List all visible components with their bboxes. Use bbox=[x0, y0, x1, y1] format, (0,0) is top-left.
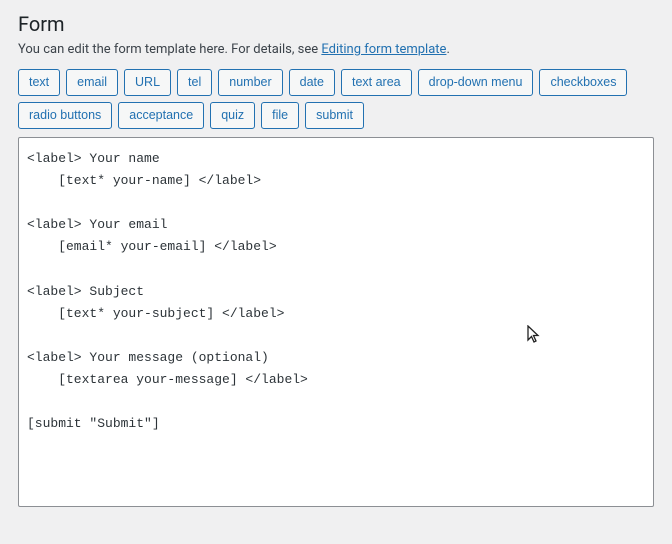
tag-button-dropdown[interactable]: drop-down menu bbox=[418, 69, 534, 96]
tag-button-date[interactable]: date bbox=[289, 69, 335, 96]
tag-button-text[interactable]: text bbox=[18, 69, 60, 96]
section-title: Form bbox=[18, 12, 654, 36]
tag-button-acceptance[interactable]: acceptance bbox=[118, 102, 204, 129]
tag-button-file[interactable]: file bbox=[261, 102, 299, 129]
form-template-textarea[interactable] bbox=[18, 137, 654, 507]
description-suffix: . bbox=[446, 42, 449, 57]
description-prefix: You can edit the form template here. For… bbox=[18, 42, 321, 57]
doc-link[interactable]: Editing form template bbox=[321, 42, 446, 57]
tag-button-submit[interactable]: submit bbox=[305, 102, 364, 129]
tag-button-email[interactable]: email bbox=[66, 69, 118, 96]
tag-generator-row: text email URL tel number date text area… bbox=[18, 69, 654, 129]
tag-button-url[interactable]: URL bbox=[124, 69, 171, 96]
tag-button-tel[interactable]: tel bbox=[177, 69, 212, 96]
tag-button-textarea[interactable]: text area bbox=[341, 69, 412, 96]
tag-button-quiz[interactable]: quiz bbox=[210, 102, 255, 129]
section-description: You can edit the form template here. For… bbox=[18, 42, 654, 57]
tag-button-number[interactable]: number bbox=[218, 69, 282, 96]
form-panel: Form You can edit the form template here… bbox=[0, 0, 672, 519]
tag-button-radio[interactable]: radio buttons bbox=[18, 102, 112, 129]
tag-button-checkboxes[interactable]: checkboxes bbox=[539, 69, 627, 96]
